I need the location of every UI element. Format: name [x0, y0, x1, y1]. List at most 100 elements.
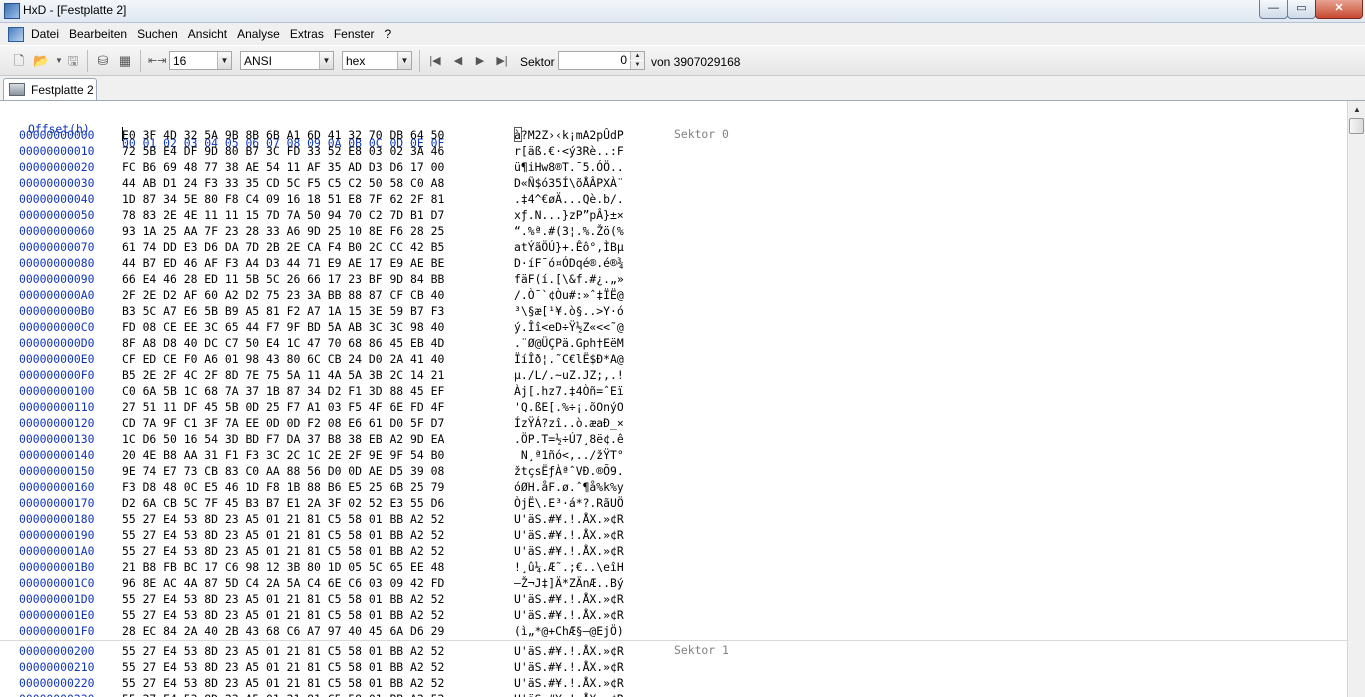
hex-row[interactable]: 00000000120 CD 7A 9F C1 3F 7A EE 0D 0D F2…: [0, 415, 1347, 431]
row-ascii[interactable]: ÏíÎð¦.˜C€lË$Ð*A@: [514, 351, 624, 367]
hex-row[interactable]: 00000000210 55 27 E4 53 8D 23 A5 01 21 81…: [0, 659, 1347, 675]
row-hex-bytes[interactable]: 9E 74 E7 73 CB 83 C0 AA 88 56 D0 0D AE D…: [122, 463, 444, 479]
hex-row[interactable]: 000000000D0 8F A8 D8 40 DC C7 50 E4 1C 47…: [0, 335, 1347, 351]
row-hex-bytes[interactable]: 44 B7 ED 46 AF F3 A4 D3 44 71 E9 AE 17 E…: [122, 255, 444, 271]
row-hex-bytes[interactable]: 55 27 E4 53 8D 23 A5 01 21 81 C5 58 01 B…: [122, 527, 444, 543]
menu-bearbeiten[interactable]: Bearbeiten: [69, 27, 127, 41]
row-hex-bytes[interactable]: B5 2E 2F 4C 2F 8D 7E 75 5A 11 4A 5A 3B 2…: [122, 367, 444, 383]
hex-row[interactable]: 000000001E0 55 27 E4 53 8D 23 A5 01 21 81…: [0, 607, 1347, 623]
row-ascii[interactable]: .ÖP.T=½÷Ú7¸8ë¢.ê: [514, 431, 624, 447]
row-hex-bytes[interactable]: 1C D6 50 16 54 3D BD F7 DA 37 B8 38 EB A…: [122, 431, 444, 447]
chevron-down-icon[interactable]: ▼: [217, 52, 231, 69]
hex-row[interactable]: 00000000230 55 27 E4 53 8D 23 A5 01 21 81…: [0, 691, 1347, 697]
chevron-down-icon[interactable]: ▼: [319, 52, 333, 69]
row-ascii[interactable]: ³\§æ[¹¥.ò§..>Y·ó: [514, 303, 624, 319]
row-ascii[interactable]: .¨Ø@ÜÇPä.Gph†EëM: [514, 335, 624, 351]
row-ascii[interactable]: U'äS.#¥.!.ÅX.»¢R: [514, 527, 624, 543]
row-ascii[interactable]: µ./L/.~uZ.JZ;,.!: [514, 367, 624, 383]
hex-row[interactable]: 000000001A0 55 27 E4 53 8D 23 A5 01 21 81…: [0, 543, 1347, 559]
open-folder-icon[interactable]: 📂: [33, 53, 49, 69]
row-ascii[interactable]: D·íF¯ó¤ÓDqé®.é®¾: [514, 255, 624, 271]
hex-row[interactable]: 000000000F0 B5 2E 2F 4C 2F 8D 7E 75 5A 11…: [0, 367, 1347, 383]
row-ascii[interactable]: D«Ñ$ó35Í\õÅÂPXÀ¨: [514, 175, 624, 191]
row-ascii[interactable]: r[äß.€·<ý3Rè..:F: [514, 143, 624, 159]
row-ascii[interactable]: –Ž¬J‡]Ä*ZÄnÆ..Bý: [514, 575, 624, 591]
row-ascii[interactable]: U'äS.#¥.!.ÅX.»¢R: [514, 643, 624, 659]
title-bar[interactable]: HxD - [Festplatte 2] — ▭ ✕: [0, 0, 1365, 23]
hex-row[interactable]: 00000000150 9E 74 E7 73 CB 83 C0 AA 88 56…: [0, 463, 1347, 479]
row-hex-bytes[interactable]: 66 E4 46 28 ED 11 5B 5C 26 66 17 23 BF 9…: [122, 271, 444, 287]
tab-festplatte-2[interactable]: Festplatte 2: [3, 78, 97, 100]
hex-row[interactable]: 000000001F0 28 EC 84 2A 40 2B 43 68 C6 A7…: [0, 623, 1347, 639]
row-hex-bytes[interactable]: C0 6A 5B 1C 68 7A 37 1B 87 34 D2 F1 3D 8…: [122, 383, 444, 399]
hex-row[interactable]: 00000000040 1D 87 34 5E 80 F8 C4 09 16 18…: [0, 191, 1347, 207]
row-ascii[interactable]: U'äS.#¥.!.ÅX.»¢R: [514, 659, 624, 675]
row-hex-bytes[interactable]: D2 6A CB 5C 7F 45 B3 B7 E1 2A 3F 02 52 E…: [122, 495, 444, 511]
bytes-per-row-select[interactable]: 16 ▼: [169, 51, 232, 70]
row-ascii[interactable]: ÍzŸÁ?zî..ò.æaÐ_×: [514, 415, 624, 431]
open-ram-icon[interactable]: ▦: [117, 53, 133, 69]
hex-row[interactable]: 00000000170 D2 6A CB 5C 7F 45 B3 B7 E1 2A…: [0, 495, 1347, 511]
charset-select[interactable]: ANSI ▼: [240, 51, 334, 70]
row-ascii[interactable]: ü¶iHw8®T.¯5.ÓÖ..: [514, 159, 624, 175]
minimize-button[interactable]: —: [1259, 0, 1288, 19]
next-sector-icon[interactable]: ▶: [472, 53, 488, 69]
close-button[interactable]: ✕: [1315, 0, 1363, 19]
hex-row[interactable]: 00000000080 44 B7 ED 46 AF F3 A4 D3 44 71…: [0, 255, 1347, 271]
row-ascii[interactable]: N¸ª1ñó<,../žŸT°: [514, 447, 624, 463]
row-hex-bytes[interactable]: 55 27 E4 53 8D 23 A5 01 21 81 C5 58 01 B…: [122, 543, 444, 559]
vertical-scrollbar[interactable]: ▲: [1347, 101, 1365, 697]
menu-datei[interactable]: Datei: [31, 27, 59, 41]
row-hex-bytes[interactable]: 55 27 E4 53 8D 23 A5 01 21 81 C5 58 01 B…: [122, 591, 444, 607]
hex-row[interactable]: 000000000A0 2F 2E D2 AF 60 A2 D2 75 23 3A…: [0, 287, 1347, 303]
row-ascii[interactable]: !¸û¼.Æ˜.;€..\eîH: [514, 559, 624, 575]
row-hex-bytes[interactable]: F3 D8 48 0C E5 46 1D F8 1B 88 B6 E5 25 6…: [122, 479, 444, 495]
row-ascii[interactable]: à?M2Z›‹k¡mA2pÛdP: [514, 127, 624, 143]
row-hex-bytes[interactable]: 55 27 E4 53 8D 23 A5 01 21 81 C5 58 01 B…: [122, 659, 444, 675]
menu-help[interactable]: ?: [385, 27, 392, 41]
row-ascii[interactable]: žtçsËƒÀªˆVÐ.®Õ9.: [514, 463, 624, 479]
hex-row[interactable]: 00000000060 93 1A 25 AA 7F 23 28 33 A6 9D…: [0, 223, 1347, 239]
hex-row[interactable]: 00000000180 55 27 E4 53 8D 23 A5 01 21 81…: [0, 511, 1347, 527]
row-hex-bytes[interactable]: 28 EC 84 2A 40 2B 43 68 C6 A7 97 40 45 6…: [122, 623, 444, 639]
offset-base-select[interactable]: hex ▼: [342, 51, 412, 70]
chevron-down-icon[interactable]: ▼: [397, 52, 411, 69]
spin-up-icon[interactable]: ▲: [630, 52, 644, 60]
row-hex-bytes[interactable]: 44 AB D1 24 F3 33 35 CD 5C F5 C5 C2 50 5…: [122, 175, 444, 191]
row-ascii[interactable]: (ì„*@+ChÆ§—@EjÖ): [514, 623, 624, 639]
row-ascii[interactable]: ÒjË\.E³·á*?.RãUÖ: [514, 495, 624, 511]
previous-sector-icon[interactable]: ◀: [450, 53, 466, 69]
document-window-icon[interactable]: [8, 27, 24, 42]
hxd-app-icon[interactable]: [4, 3, 20, 19]
hex-row[interactable]: 00000000220 55 27 E4 53 8D 23 A5 01 21 81…: [0, 675, 1347, 691]
hex-row[interactable]: 00000000090 66 E4 46 28 ED 11 5B 5C 26 66…: [0, 271, 1347, 287]
row-hex-bytes[interactable]: 55 27 E4 53 8D 23 A5 01 21 81 C5 58 01 B…: [122, 511, 444, 527]
maximize-button[interactable]: ▭: [1287, 0, 1316, 19]
row-hex-bytes[interactable]: 55 27 E4 53 8D 23 A5 01 21 81 C5 58 01 B…: [122, 643, 444, 659]
row-hex-bytes[interactable]: CD 7A 9F C1 3F 7A EE 0D 0D F2 08 E6 61 D…: [122, 415, 444, 431]
row-ascii[interactable]: “.%ª.#(3¦.%.Žö(%: [514, 223, 624, 239]
hex-row[interactable]: 00000000100 C0 6A 5B 1C 68 7A 37 1B 87 34…: [0, 383, 1347, 399]
menu-analyse[interactable]: Analyse: [237, 27, 280, 41]
row-ascii[interactable]: U'äS.#¥.!.ÅX.»¢R: [514, 511, 624, 527]
hex-row[interactable]: 00000000160 F3 D8 48 0C E5 46 1D F8 1B 88…: [0, 479, 1347, 495]
hex-row[interactable]: 00000000190 55 27 E4 53 8D 23 A5 01 21 81…: [0, 527, 1347, 543]
hex-row[interactable]: 000000000E0 CF ED CE F0 A6 01 98 43 80 6C…: [0, 351, 1347, 367]
row-ascii[interactable]: Àj[.hz7.‡4Òñ=ˆEï: [514, 383, 624, 399]
hex-row[interactable]: 00000000110 27 51 11 DF 45 5B 0D 25 F7 A1…: [0, 399, 1347, 415]
row-hex-bytes[interactable]: 61 74 DD E3 D6 DA 7D 2B 2E CA F4 B0 2C C…: [122, 239, 444, 255]
menu-extras[interactable]: Extras: [290, 27, 324, 41]
hex-row[interactable]: 000000001B0 21 B8 FB BC 17 C6 98 12 3B 80…: [0, 559, 1347, 575]
scrollbar-thumb[interactable]: [1349, 118, 1364, 134]
row-hex-bytes[interactable]: CF ED CE F0 A6 01 98 43 80 6C CB 24 D0 2…: [122, 351, 444, 367]
hex-row[interactable]: 000000001D0 55 27 E4 53 8D 23 A5 01 21 81…: [0, 591, 1347, 607]
hex-row[interactable]: 000000000B0 B3 5C A7 E6 5B B9 A5 81 F2 A7…: [0, 303, 1347, 319]
row-hex-bytes[interactable]: 2F 2E D2 AF 60 A2 D2 75 23 3A BB 88 87 C…: [122, 287, 444, 303]
row-hex-bytes[interactable]: 1D 87 34 5E 80 F8 C4 09 16 18 51 E8 7F 6…: [122, 191, 444, 207]
hex-row[interactable]: 00000000030 44 AB D1 24 F3 33 35 CD 5C F5…: [0, 175, 1347, 191]
new-file-icon[interactable]: 🗋: [11, 53, 27, 69]
row-hex-bytes[interactable]: FC B6 69 48 77 38 AE 54 11 AF 35 AD D3 D…: [122, 159, 444, 175]
row-hex-bytes[interactable]: 72 5B E4 DF 9D 80 B7 3C FD 33 52 E8 03 0…: [122, 143, 444, 159]
menu-suchen[interactable]: Suchen: [137, 27, 178, 41]
open-disk-icon[interactable]: ⛁: [95, 53, 111, 69]
